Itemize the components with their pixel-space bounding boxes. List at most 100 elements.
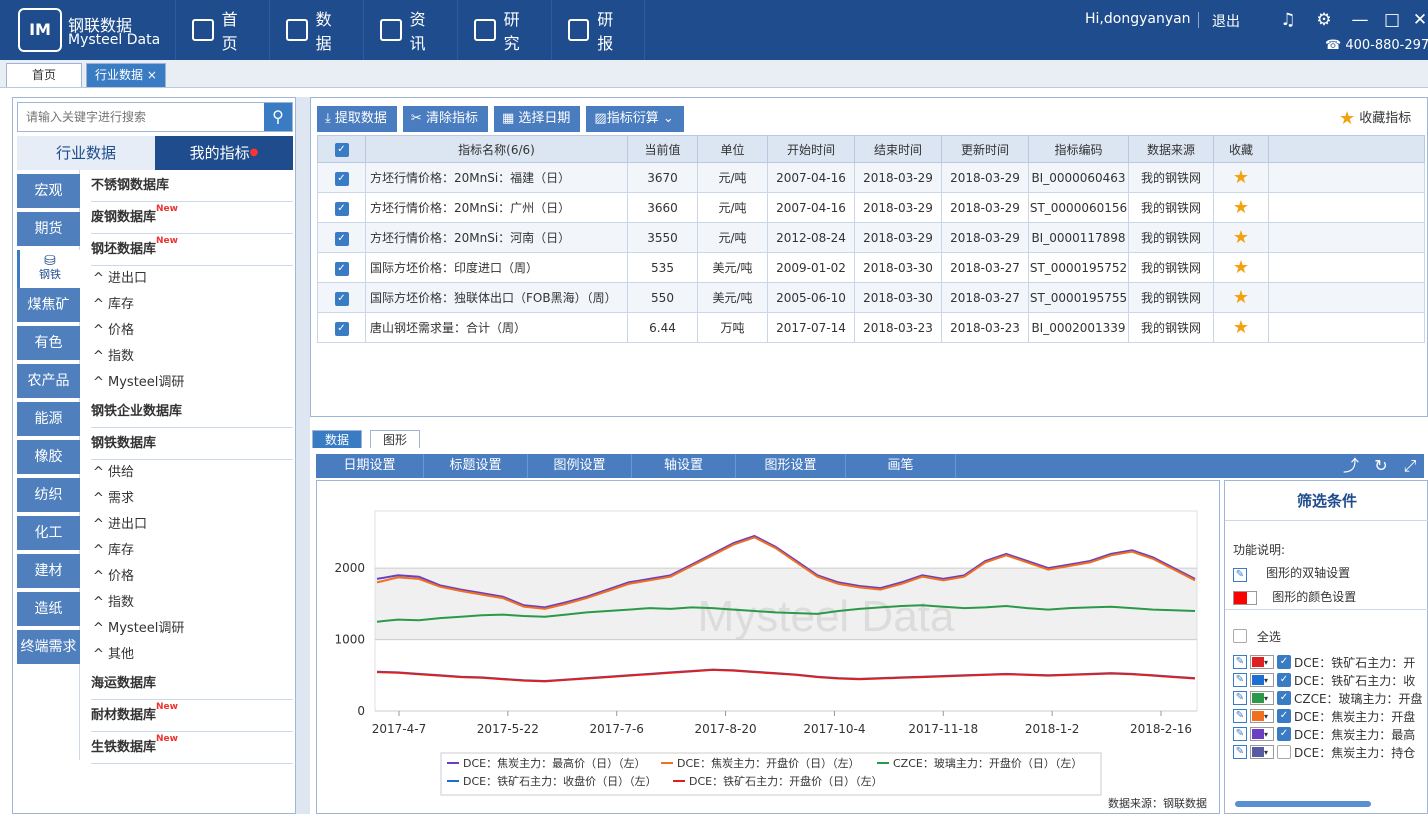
category-0[interactable]: 宏观: [17, 174, 80, 208]
tab-industry-data[interactable]: 行业数据 ×: [86, 63, 166, 87]
category-10[interactable]: 建材: [17, 554, 80, 588]
pen-icon[interactable]: ✎: [1233, 673, 1247, 687]
tab-home[interactable]: 首页: [6, 63, 82, 87]
row-checkbox[interactable]: ✓: [317, 222, 366, 253]
tab-graph[interactable]: 图形: [370, 430, 421, 448]
favorite-cell[interactable]: ★: [1213, 282, 1269, 313]
color-picker[interactable]: ▾: [1250, 709, 1274, 723]
filter-series-item[interactable]: ✎ ▾ ✓ DCE：铁矿石主力：收: [1233, 671, 1415, 689]
derive-indicator-button[interactable]: ▨指标衍算 ⌄: [586, 106, 684, 132]
category-9[interactable]: 化工: [17, 516, 80, 550]
favorite-cell[interactable]: ★: [1213, 162, 1269, 193]
select-all-filter[interactable]: 全选: [1233, 627, 1281, 645]
category-7[interactable]: 橡胶: [17, 440, 80, 474]
user-greeting[interactable]: Hi,dongyanyan: [1085, 11, 1191, 27]
table-row[interactable]: ✓ 国际方坯价格：独联体出口（FOB黑海）（周） 550 美元/吨 2005-06-10…: [317, 282, 1425, 313]
category-11[interactable]: 造纸: [17, 592, 80, 626]
favorite-cell[interactable]: ★: [1213, 312, 1269, 343]
checkbox[interactable]: ✓: [1277, 655, 1291, 669]
row-checkbox[interactable]: ✓: [317, 282, 366, 313]
pen-icon[interactable]: ✎: [1233, 745, 1247, 759]
nav-data[interactable]: 数据: [269, 0, 363, 60]
table-row[interactable]: ✓ 方坯行情价格：20MnSi：福建（日） 3670 元/吨 2007-04-16 201…: [317, 162, 1425, 193]
search-input[interactable]: [18, 103, 266, 131]
gear-icon[interactable]: ⚙: [1314, 10, 1334, 30]
tree-database[interactable]: 耐材数据库New: [91, 700, 293, 732]
row-checkbox[interactable]: ✓: [317, 252, 366, 283]
share-icon[interactable]: ⤴: [1336, 454, 1366, 478]
tree-item[interactable]: ^ 指数: [91, 344, 293, 370]
menu-graph-settings[interactable]: 图形设置: [736, 454, 846, 478]
tree-database[interactable]: 废钢数据库New: [91, 202, 293, 234]
pen-icon[interactable]: ✎: [1233, 727, 1247, 741]
row-checkbox[interactable]: ✓: [317, 312, 366, 343]
tree-item[interactable]: ^ 价格: [91, 318, 293, 344]
close-icon[interactable]: ✕: [1410, 10, 1428, 30]
bell-icon[interactable]: ♫: [1278, 10, 1298, 30]
tree-database[interactable]: 钢铁企业数据库: [91, 396, 293, 428]
splitter[interactable]: [296, 97, 310, 814]
menu-legend-settings[interactable]: 图例设置: [528, 454, 632, 478]
logout-link[interactable]: 退出: [1212, 11, 1240, 31]
nav-home[interactable]: 首页: [175, 0, 269, 60]
select-date-button[interactable]: ▦ 选择日期: [493, 106, 581, 132]
filter-series-item[interactable]: ✎ ▾ ✓ DCE：铁矿石主力：开: [1233, 653, 1415, 671]
logo[interactable]: IM 钢联数据 Mysteel Data: [18, 6, 173, 54]
tree-database[interactable]: 生铁数据库New: [91, 732, 293, 764]
tree-item[interactable]: ^ 其他: [91, 642, 293, 668]
menu-title-settings[interactable]: 标题设置: [424, 454, 528, 478]
checkbox[interactable]: ✓: [1277, 691, 1291, 705]
table-row[interactable]: ✓ 国际方坯价格：印度进口（周） 535 美元/吨 2009-01-02 2018-03-…: [317, 252, 1425, 283]
favorite-indicators[interactable]: ★ 收藏指标: [1339, 107, 1411, 129]
filter-series-item[interactable]: ✎ ▾ DCE：焦炭主力：持仓: [1233, 743, 1415, 761]
pen-icon[interactable]: ✎: [1233, 655, 1247, 669]
category-4[interactable]: 有色: [17, 326, 80, 360]
minimize-icon[interactable]: —: [1350, 10, 1370, 30]
nav-report[interactable]: 研报: [551, 0, 645, 60]
tree-database[interactable]: 钢坯数据库New: [91, 234, 293, 266]
tree-item[interactable]: ^ 库存: [91, 292, 293, 318]
checkbox[interactable]: ✓: [1277, 709, 1291, 723]
tree-item[interactable]: ^ 需求: [91, 486, 293, 512]
color-picker[interactable]: ▾: [1250, 727, 1274, 741]
category-12[interactable]: 终端需求: [17, 630, 80, 664]
tree-database[interactable]: 不锈钢数据库: [91, 170, 293, 202]
fullscreen-icon[interactable]: ⤢: [1396, 454, 1424, 478]
tab-my-indicators[interactable]: 我的指标●: [155, 136, 293, 170]
menu-date-settings[interactable]: 日期设置: [316, 454, 424, 478]
tab-industry[interactable]: 行业数据: [17, 136, 155, 170]
category-5[interactable]: 农产品: [17, 364, 80, 398]
tree-database[interactable]: 海运数据库: [91, 668, 293, 700]
scrollbar[interactable]: [1235, 801, 1371, 807]
favorite-cell[interactable]: ★: [1213, 252, 1269, 283]
row-checkbox[interactable]: ✓: [317, 192, 366, 223]
pen-icon[interactable]: ✎: [1233, 691, 1247, 705]
category-6[interactable]: 能源: [17, 402, 80, 436]
table-row[interactable]: ✓ 唐山钢坯需求量：合计（周） 6.44 万吨 2017-07-14 2018-03-23…: [317, 312, 1425, 343]
tree-item[interactable]: ^ 供给: [91, 460, 293, 486]
filter-series-item[interactable]: ✎ ▾ ✓ DCE：焦炭主力：开盘: [1233, 707, 1415, 725]
tree-item[interactable]: ^ 指数: [91, 590, 293, 616]
menu-pen[interactable]: 画笔: [846, 454, 956, 478]
search-icon[interactable]: ⚲: [264, 103, 292, 131]
category-2[interactable]: ⛁ 钢铁: [17, 250, 80, 290]
category-3[interactable]: 煤焦矿: [17, 288, 80, 322]
pen-icon[interactable]: ✎: [1233, 709, 1247, 723]
tree-item[interactable]: ^ 进出口: [91, 512, 293, 538]
favorite-cell[interactable]: ★: [1213, 192, 1269, 223]
row-checkbox[interactable]: ✓: [317, 162, 366, 193]
nav-research[interactable]: 研究: [457, 0, 551, 60]
checkbox[interactable]: ✓: [1277, 673, 1291, 687]
color-picker[interactable]: ▾: [1250, 691, 1274, 705]
favorite-cell[interactable]: ★: [1213, 222, 1269, 253]
filter-series-item[interactable]: ✎ ▾ ✓ DCE：焦炭主力：最高: [1233, 725, 1415, 743]
filter-series-item[interactable]: ✎ ▾ ✓ CZCE：玻璃主力：开盘: [1233, 689, 1423, 707]
color-picker[interactable]: ▾: [1250, 655, 1274, 669]
color-picker[interactable]: ▾: [1250, 745, 1274, 759]
checkbox[interactable]: ✓: [1277, 727, 1291, 741]
tree-item[interactable]: ^ 进出口: [91, 266, 293, 292]
table-row[interactable]: ✓ 方坯行情价格：20MnSi：河南（日） 3550 元/吨 2012-08-24 201…: [317, 222, 1425, 253]
refresh-icon[interactable]: ↻: [1366, 454, 1396, 478]
tree-item[interactable]: ^ 库存: [91, 538, 293, 564]
dual-axis-setting[interactable]: ✎ 图形的双轴设置: [1233, 564, 1350, 582]
